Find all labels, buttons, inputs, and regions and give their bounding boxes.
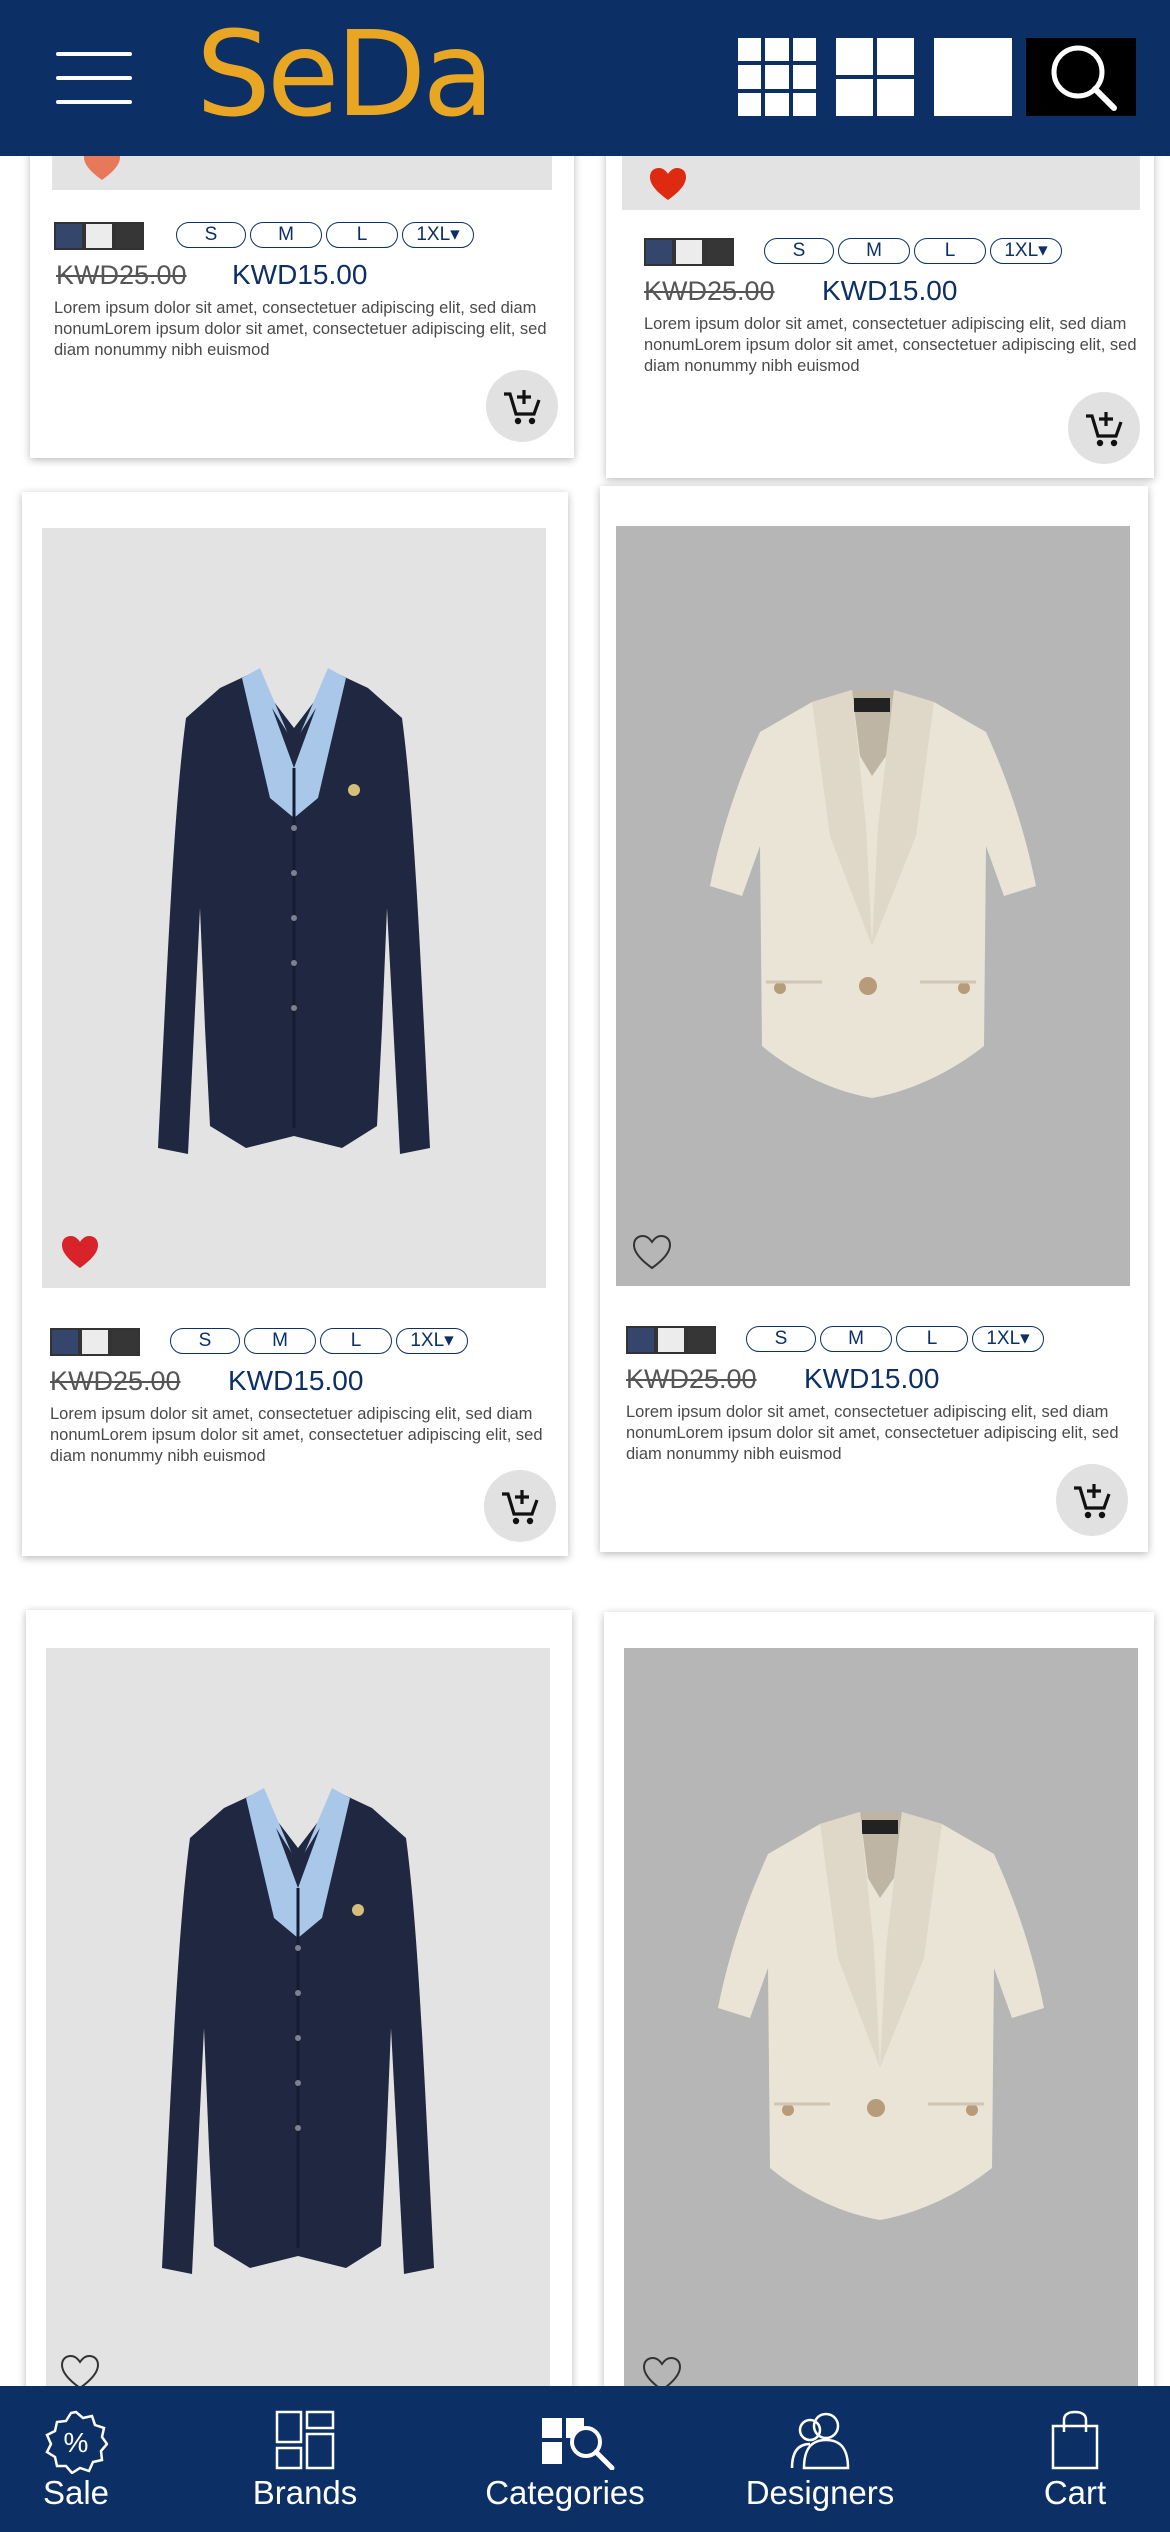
sale-price: KWD15.00: [228, 1365, 364, 1396]
add-to-cart-icon: [502, 1490, 539, 1525]
jacket-image: [710, 690, 1036, 1098]
nav-item-categories[interactable]: Categories: [480, 2386, 650, 2532]
heart-outline-icon[interactable]: [632, 1234, 672, 1270]
app-header: SeDa: [0, 0, 1170, 156]
shopping-bag-icon: [1051, 2410, 1099, 2470]
brands-icon: [275, 2410, 335, 2470]
add-to-cart-button[interactable]: [1056, 1464, 1128, 1536]
sale-price: KWD15.00: [822, 275, 958, 306]
nav-label: Cart: [1043, 2474, 1107, 2511]
jacket-image: [718, 1812, 1044, 2220]
product-listing-page: S M L 1XL▾ KWD25.00 KWD15.00 Lorem ipsum…: [0, 0, 1170, 2532]
sale-price: KWD15.00: [804, 1363, 940, 1394]
original-price: KWD25.00: [50, 1366, 181, 1396]
product-image[interactable]: [42, 528, 546, 1288]
color-swatches: [54, 222, 144, 250]
size-option[interactable]: S: [746, 1326, 816, 1352]
size-dropdown[interactable]: 1XL▾: [972, 1326, 1044, 1352]
color-swatch[interactable]: [50, 1328, 80, 1356]
color-swatches: [626, 1326, 716, 1354]
add-to-cart-button[interactable]: [1068, 392, 1140, 464]
size-option[interactable]: L: [326, 222, 398, 248]
grid-4-icon[interactable]: [836, 38, 914, 116]
bottom-navigation: % Sale Brands Categories Designers Cart: [0, 2386, 1170, 2532]
size-option[interactable]: M: [244, 1328, 316, 1354]
svg-text:%: %: [64, 2427, 89, 2458]
color-swatch[interactable]: [80, 1328, 110, 1356]
size-dropdown[interactable]: 1XL▾: [402, 222, 474, 248]
color-swatch[interactable]: [84, 222, 114, 250]
color-swatch[interactable]: [110, 1328, 140, 1356]
nav-item-sale[interactable]: % Sale: [14, 2386, 138, 2532]
size-option[interactable]: S: [176, 222, 246, 248]
grid-1-icon[interactable]: [934, 38, 1012, 116]
color-swatch[interactable]: [704, 238, 734, 266]
color-swatch[interactable]: [686, 1326, 716, 1354]
nav-item-cart[interactable]: Cart: [1010, 2386, 1140, 2532]
add-to-cart-button[interactable]: [486, 370, 558, 442]
size-option[interactable]: L: [896, 1326, 968, 1352]
grid-9-icon[interactable]: [738, 38, 816, 116]
color-swatches: [644, 238, 734, 266]
search-button[interactable]: [1026, 38, 1136, 116]
color-swatch[interactable]: [644, 238, 674, 266]
product-card[interactable]: [26, 1610, 572, 2510]
original-price: KWD25.00: [644, 276, 775, 306]
nav-label: Categories: [485, 2474, 645, 2511]
product-description: Lorem ipsum dolor sit amet, consectetuer…: [50, 1405, 543, 1465]
cardigan-image: [162, 1788, 434, 2274]
add-to-cart-icon: [1086, 412, 1123, 447]
add-to-cart-icon: [1074, 1484, 1111, 1519]
product-card[interactable]: S M L 1XL▾ KWD25.00 KWD15.00 Lorem ipsum…: [600, 486, 1148, 1552]
nav-item-brands[interactable]: Brands: [240, 2386, 370, 2532]
product-description: Lorem ipsum dolor sit amet, consectetuer…: [54, 299, 547, 359]
size-option[interactable]: L: [914, 238, 986, 264]
heart-filled-icon[interactable]: [60, 1234, 100, 1270]
product-description: Lorem ipsum dolor sit amet, consectetuer…: [644, 315, 1137, 375]
size-option[interactable]: M: [820, 1326, 892, 1352]
add-to-cart-icon: [504, 390, 541, 425]
product-card[interactable]: S M L 1XL▾ KWD25.00 KWD15.00 Lorem ipsum…: [22, 492, 568, 1556]
product-card[interactable]: [604, 1612, 1154, 2512]
color-swatch[interactable]: [656, 1326, 686, 1354]
size-option[interactable]: S: [764, 238, 834, 264]
search-icon: [1051, 45, 1117, 111]
heart-outline-icon[interactable]: [60, 2354, 100, 2390]
brand-logo[interactable]: SeDa: [196, 14, 495, 134]
size-options: S M L 1XL▾: [176, 222, 474, 250]
cardigan-image: [158, 668, 430, 1154]
product-description: Lorem ipsum dolor sit amet, consectetuer…: [626, 1403, 1119, 1463]
product-image[interactable]: [46, 1648, 550, 2448]
size-dropdown[interactable]: 1XL▾: [990, 238, 1062, 264]
size-option[interactable]: M: [838, 238, 910, 264]
heart-filled-icon[interactable]: [648, 166, 688, 202]
color-swatch[interactable]: [674, 238, 704, 266]
size-options: S M L 1XL▾: [764, 238, 1062, 266]
nav-label: Designers: [745, 2474, 895, 2511]
color-swatch[interactable]: [54, 222, 84, 250]
nav-label: Brands: [252, 2474, 358, 2511]
size-option[interactable]: M: [250, 222, 322, 248]
color-swatch[interactable]: [114, 222, 144, 250]
nav-item-designers[interactable]: Designers: [740, 2386, 900, 2532]
color-swatches: [50, 1328, 140, 1356]
sale-price: KWD15.00: [232, 259, 368, 290]
add-to-cart-button[interactable]: [484, 1470, 556, 1542]
product-image[interactable]: [616, 526, 1130, 1286]
nav-label: Sale: [42, 2474, 110, 2511]
designers-icon: [790, 2412, 850, 2470]
product-image[interactable]: [624, 1648, 1138, 2448]
size-option[interactable]: L: [320, 1328, 392, 1354]
size-options: S M L 1XL▾: [746, 1326, 1044, 1354]
size-dropdown[interactable]: 1XL▾: [396, 1328, 468, 1354]
original-price: KWD25.00: [626, 1364, 757, 1394]
sale-badge-icon: %: [45, 2410, 108, 2474]
size-option[interactable]: S: [170, 1328, 240, 1354]
hamburger-menu-icon[interactable]: [56, 48, 132, 108]
categories-icon: [542, 2418, 615, 2470]
original-price: KWD25.00: [56, 260, 187, 290]
color-swatch[interactable]: [626, 1326, 656, 1354]
size-options: S M L 1XL▾: [170, 1328, 468, 1356]
